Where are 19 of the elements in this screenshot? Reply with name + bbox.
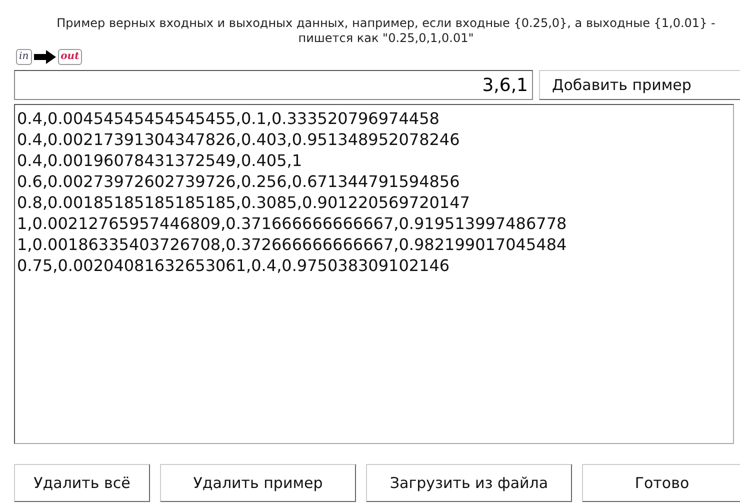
- add-example-button[interactable]: Добавить пример: [539, 70, 740, 100]
- examples-area[interactable]: [14, 104, 734, 444]
- example-line: 0.4,0.00217391304347826,0.403,0.951348952078246: [17, 129, 460, 150]
- example-line: 0.4,0.00196078431372549,0.405,1: [17, 150, 302, 171]
- example-line: 0.75,0.00204081632653061,0.4,0.975038309102146: [17, 255, 450, 276]
- in-icon: in: [16, 49, 32, 65]
- action-button[interactable]: Удалить всё: [14, 464, 150, 502]
- action-button[interactable]: Удалить пример: [160, 464, 356, 502]
- hint-text: Пример верных входных и выходных данных, например, если входные {0.25,0}, а выходные {1,0.01} - пишется как "0.25,0,1,0.01": [56, 16, 716, 46]
- example-line: 0.4,0.00454545454545455,0.1,0.333520796974458: [17, 108, 440, 129]
- input-field[interactable]: 3,6,1: [14, 70, 533, 100]
- action-button[interactable]: Готово: [582, 464, 740, 502]
- example-line: 0.8,0.00185185185185185,0.3085,0.901220569720147: [17, 192, 470, 213]
- out-icon: out: [58, 49, 82, 65]
- example-line: 1,0.00186335403726708,0.372666666666667,0.982199017045484: [17, 234, 567, 255]
- arrow-icon: [34, 50, 56, 64]
- example-line: 1,0.00212765957446809,0.371666666666667,0.919513997486778: [17, 213, 567, 234]
- example-line: 0.6,0.00273972602739726,0.256,0.671344791594856: [17, 171, 460, 192]
- action-button[interactable]: Загрузить из файла: [366, 464, 572, 502]
